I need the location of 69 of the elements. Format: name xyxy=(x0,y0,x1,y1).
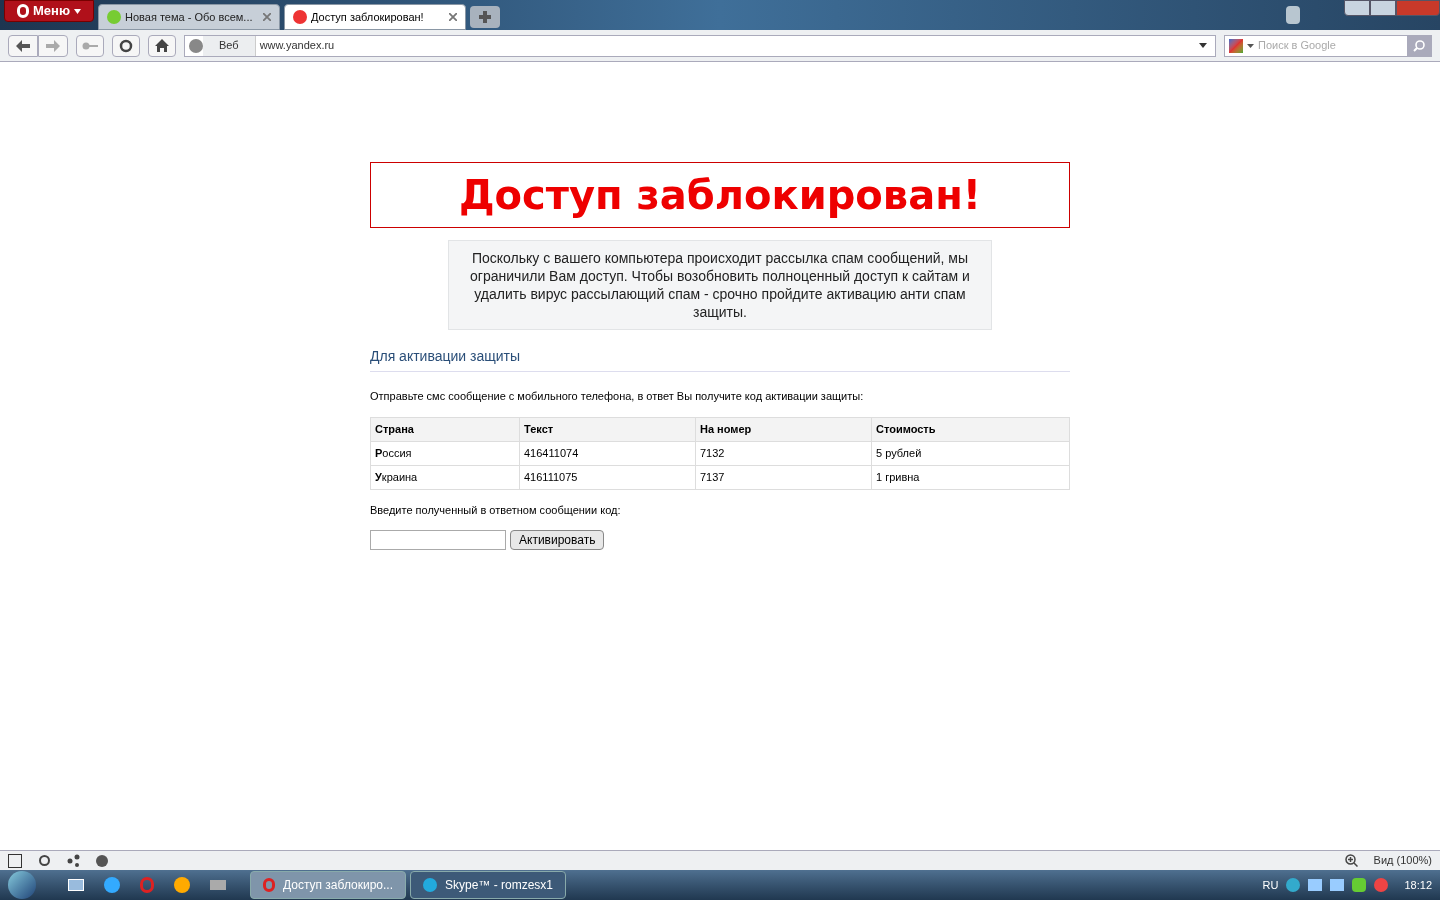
address-field[interactable]: Веб www.yandex.ru xyxy=(184,34,1216,57)
app-icon[interactable] xyxy=(174,877,190,893)
table-cell: 7137 xyxy=(695,465,872,489)
zoom-label[interactable]: Вид (100%) xyxy=(1373,852,1432,869)
column-header: Страна xyxy=(370,417,520,441)
new-tab-button[interactable] xyxy=(470,6,500,28)
browser-icon[interactable] xyxy=(104,877,120,893)
reload-icon xyxy=(119,38,133,53)
site-icon xyxy=(293,10,307,24)
clock[interactable]: 18:12 xyxy=(1404,876,1432,894)
home-icon xyxy=(155,39,169,52)
tray-icon[interactable] xyxy=(1286,878,1301,892)
reload-button[interactable] xyxy=(112,34,140,57)
window-title: Skype™ - romzesx1 xyxy=(444,877,553,894)
caret-icon xyxy=(1247,43,1254,48)
code-input[interactable] xyxy=(370,530,506,550)
taskbar-window[interactable]: Skype™ - romzesx1 xyxy=(410,871,566,899)
table-cell: 1 гривна xyxy=(871,465,1070,489)
start-button[interactable] xyxy=(8,871,36,899)
address-label: Веб xyxy=(203,35,256,56)
table-cell: Украина xyxy=(370,465,520,489)
page-heading: Доступ заблокирован! xyxy=(458,171,982,220)
minimize-button[interactable] xyxy=(1344,0,1370,16)
share-icon[interactable] xyxy=(67,854,80,867)
search-input[interactable]: Поиск в Google xyxy=(1258,37,1407,54)
browser-tab[interactable]: Доступ заблокирован! xyxy=(284,4,466,30)
table-cell: 416111075 xyxy=(519,465,696,489)
search-icon xyxy=(1413,39,1425,52)
menu-button[interactable]: Меню xyxy=(4,0,94,22)
tray-icon[interactable] xyxy=(1374,878,1389,892)
panel-toggle-icon[interactable] xyxy=(8,853,22,868)
site-icon xyxy=(107,10,121,24)
globe-icon xyxy=(189,38,203,53)
tab-title: Доступ заблокирован! xyxy=(311,9,425,25)
skype-icon xyxy=(423,878,437,892)
section-title: Для активации защиты xyxy=(370,346,1070,372)
table-cell: 5 рублей xyxy=(871,441,1070,465)
tab-title: Новая тема - Обо всем... xyxy=(125,9,254,25)
dropdown-icon[interactable] xyxy=(1199,43,1207,48)
opera-icon xyxy=(263,878,275,892)
caret-icon xyxy=(74,8,81,14)
back-button[interactable] xyxy=(8,34,38,57)
maximize-button[interactable] xyxy=(1370,0,1396,16)
zoom-icon xyxy=(1344,854,1358,867)
key-icon xyxy=(82,41,98,50)
url-text: www.yandex.ru xyxy=(258,38,336,54)
browser-tab[interactable]: Новая тема - Обо всем... xyxy=(98,4,280,30)
forward-arrow-icon xyxy=(46,39,60,52)
column-header: Текст xyxy=(519,417,696,441)
column-header: На номер xyxy=(695,417,872,441)
table-cell: 416411074 xyxy=(519,441,696,465)
table-cell: Россия xyxy=(370,441,520,465)
logo-icon xyxy=(17,4,29,18)
column-header: Стоимость xyxy=(871,417,1070,441)
plus-icon xyxy=(479,11,491,23)
activate-button[interactable]: Активировать xyxy=(510,530,605,550)
window-title: Доступ заблокиро... xyxy=(282,877,393,894)
table-cell: 7132 xyxy=(695,441,872,465)
back-arrow-icon xyxy=(16,39,30,52)
search-field[interactable]: Поиск в Google xyxy=(1224,34,1432,57)
close-icon[interactable] xyxy=(449,13,457,21)
code-label: Введите полученный в ответном сообщении код: xyxy=(370,502,622,518)
language-indicator[interactable]: RU xyxy=(1262,876,1279,894)
speed-dial-icon[interactable] xyxy=(96,854,108,867)
home-button[interactable] xyxy=(148,34,176,57)
search-engine-icon[interactable] xyxy=(1229,38,1243,53)
instruction-text: Отправьте смс сообщение с мобильного телефона, в ответ Вы получите код активации защиты: xyxy=(370,389,865,404)
notice-text: Поскольку с вашего компьютера происходит рассылка спам сообщений, мы ограничили Вам доступ. Чтобы возобновить полноценный доступ к сайтам и удалить вирус рассылающий спам - срочно пройдите активацию анти спам защиты. xyxy=(448,240,992,330)
close-icon[interactable] xyxy=(263,13,271,21)
